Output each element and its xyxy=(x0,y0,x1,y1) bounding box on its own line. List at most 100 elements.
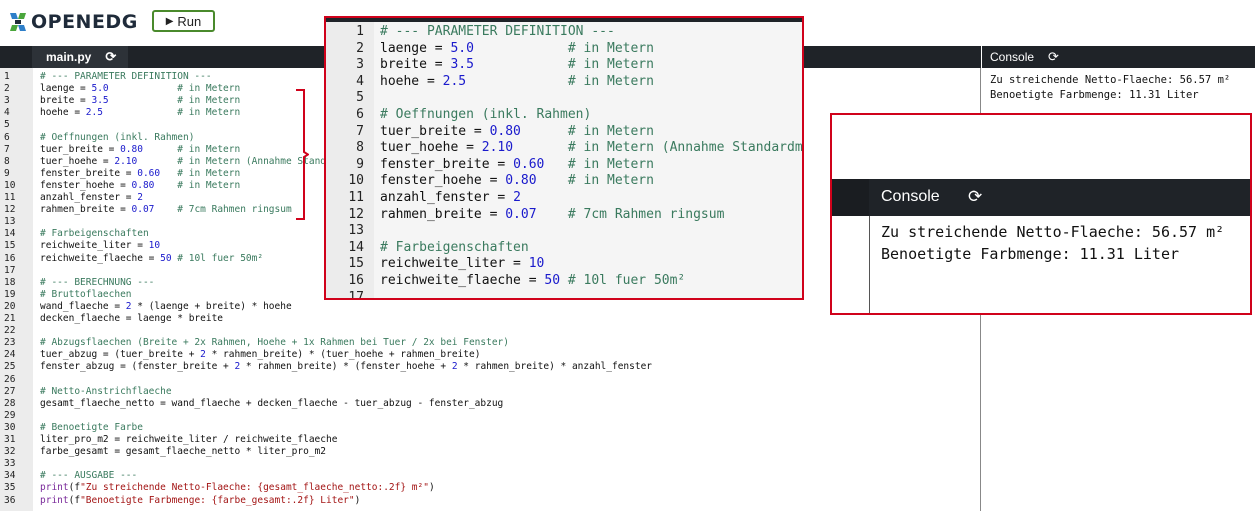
code-line[interactable]: 13 xyxy=(326,223,802,240)
code-line[interactable]: 6 # Oeffnungen (inkl. Rahmen) xyxy=(326,107,802,124)
code-line[interactable]: 16 reichweite_flaeche = 50 # 10l fuer 50m… xyxy=(326,273,802,290)
line-number: 6 xyxy=(4,131,10,143)
code-line[interactable]: 25 fenster_abzug = (fenster_breite + 2 * … xyxy=(0,361,975,373)
code-line[interactable]: 4 hoehe = 2.5 # in Metern xyxy=(326,73,802,91)
logo-mark-icon xyxy=(10,13,26,31)
line-number: 17 xyxy=(348,289,364,300)
line-number: 13 xyxy=(4,216,16,228)
code-text: farbe_gesamt = gesamt_flaeche_netto * li… xyxy=(40,446,326,458)
line-number: 9 xyxy=(356,156,364,172)
code-text: print(f"Benoetigte Farbmenge: {farbe_ges… xyxy=(40,494,361,506)
line-number: 18 xyxy=(4,276,16,288)
code-text: gesamt_flaeche_netto = wand_flaeche + de… xyxy=(40,397,504,409)
code-line[interactable]: 32 farbe_gesamt = gesamt_flaeche_netto * … xyxy=(0,446,975,458)
code-line[interactable]: 1 # --- PARAMETER DEFINITION --- xyxy=(326,24,802,41)
code-line[interactable]: 5 xyxy=(326,90,802,107)
code-line[interactable]: 30 # Benoetigte Farbe xyxy=(0,422,975,434)
line-number: 25 xyxy=(4,361,16,373)
code-line[interactable]: 22 xyxy=(0,325,975,337)
code-line[interactable]: 11 anzahl_fenster = 2 xyxy=(326,190,802,207)
logo-text: OPENEDG xyxy=(31,11,138,33)
code-text: reichweite_flaeche = 50 # 10l fuer 50m² xyxy=(40,252,264,264)
line-number: 22 xyxy=(4,325,16,337)
line-number: 4 xyxy=(356,73,364,89)
code-line[interactable]: 23 # Abzugsflaechen (Breite + 2x Rahmen, … xyxy=(0,337,975,349)
line-number: 8 xyxy=(4,155,10,167)
zoomed-code-callout: 1 # --- PARAMETER DEFINITION --- 2 laenge =… xyxy=(324,16,804,300)
code-text: rahmen_breite = 0.07 # 7cm Rahmen ringsu… xyxy=(40,204,292,216)
code-line[interactable]: 8 tuer_hoehe = 2.10 # in Metern (Annahme … xyxy=(326,140,804,157)
line-number: 14 xyxy=(4,228,16,240)
code-line[interactable]: 29 xyxy=(0,410,975,422)
console-line: Benoetigte Farbmenge: 11.31 Liter xyxy=(990,89,1199,101)
line-number: 7 xyxy=(356,123,364,139)
line-number: 14 xyxy=(348,239,364,255)
code-line[interactable]: 7 tuer_breite = 0.80 # in Metern xyxy=(326,123,802,141)
code-line[interactable]: 33 xyxy=(0,458,975,470)
code-line[interactable]: 20 wand_flaeche = 2 * (laenge + breite) *… xyxy=(0,301,975,313)
callout-top-strip xyxy=(326,18,802,22)
zoomed-header-spacer xyxy=(832,179,869,216)
zoomed-divider xyxy=(869,216,870,313)
run-button[interactable]: ▶ Run xyxy=(152,10,215,32)
line-number: 32 xyxy=(4,446,16,458)
code-text: fenster_hoehe = 0.80 # in Metern xyxy=(380,173,654,189)
code-text: tuer_hoehe = 2.10 # in Metern (Annahme S… xyxy=(380,140,804,156)
line-number: 7 xyxy=(4,143,10,155)
line-number: 36 xyxy=(4,494,16,506)
code-line[interactable]: 21 decken_flaeche = laenge * breite xyxy=(0,313,975,325)
line-number: 3 xyxy=(4,95,10,107)
refresh-icon[interactable]: ⟳ xyxy=(105,49,116,65)
zoomed-console-line: Zu streichende Netto-Flaeche: 56.57 m² xyxy=(881,223,1225,241)
line-number: 3 xyxy=(356,57,364,73)
line-number: 12 xyxy=(4,204,16,216)
code-text: # Netto-Anstrichflaeche xyxy=(40,385,172,397)
code-line[interactable]: 2 laenge = 5.0 # in Metern xyxy=(326,41,802,58)
logo: OPENEDG xyxy=(8,9,138,35)
code-line[interactable]: 15 reichweite_liter = 10 xyxy=(326,256,802,273)
code-text: fenster_breite = 0.60 # in Metern xyxy=(40,167,241,179)
bracket-annotation xyxy=(296,89,309,220)
code-line[interactable]: 17 xyxy=(326,289,802,300)
code-text: hoehe = 2.5 # in Metern xyxy=(380,73,654,89)
code-text: # Farbeigenschaften xyxy=(380,239,529,255)
tab-main-py[interactable]: main.py ⟳ xyxy=(32,46,128,68)
code-line[interactable]: 31 liter_pro_m2 = reichweite_liter / reic… xyxy=(0,434,975,446)
line-number: 19 xyxy=(4,288,16,300)
code-line[interactable]: 27 # Netto-Anstrichflaeche xyxy=(0,386,975,398)
line-number: 16 xyxy=(348,273,364,288)
code-text: anzahl_fenster = 2 xyxy=(40,192,143,203)
line-number: 24 xyxy=(4,349,16,361)
code-line[interactable]: 12 rahmen_breite = 0.07 # 7cm Rahmen ring… xyxy=(326,207,802,224)
line-number: 10 xyxy=(348,173,364,189)
code-line[interactable]: 35 print(f"Zu streichende Netto-Flaeche: … xyxy=(0,482,975,494)
code-line[interactable]: 26 xyxy=(0,374,975,386)
code-line[interactable]: 9 fenster_breite = 0.60 # in Metern xyxy=(326,156,802,174)
zoomed-console-title: Console xyxy=(881,188,940,205)
code-text: reichweite_liter = 10 xyxy=(40,240,161,252)
line-number: 13 xyxy=(348,223,364,239)
code-line[interactable]: 3 breite = 3.5 # in Metern xyxy=(326,57,802,74)
code-line[interactable]: 14 # Farbeigenschaften xyxy=(326,239,802,257)
code-line[interactable]: 28 gesamt_flaeche_netto = wand_flaeche + … xyxy=(0,398,975,410)
line-number: 16 xyxy=(4,252,16,264)
code-line[interactable]: 34 # --- AUSGABE --- xyxy=(0,470,975,482)
code-text: # Farbeigenschaften xyxy=(40,228,149,240)
code-text: reichweite_flaeche = 50 # 10l fuer 50m² xyxy=(380,273,686,288)
code-text: # Bruttoflaechen xyxy=(40,288,132,300)
console-title: Console xyxy=(990,50,1035,64)
code-line[interactable]: 24 tuer_abzug = (tuer_breite + 2 * rahmen… xyxy=(0,349,975,361)
refresh-icon[interactable]: ⟳ xyxy=(968,187,982,207)
code-text: fenster_abzug = (fenster_breite + 2 * ra… xyxy=(40,361,653,373)
run-button-label: Run xyxy=(177,13,202,29)
code-text: print(f"Zu streichende Netto-Flaeche: {g… xyxy=(40,482,435,494)
line-number: 15 xyxy=(4,240,16,252)
play-icon: ▶ xyxy=(165,15,174,27)
tab-label: main.py xyxy=(46,50,92,64)
line-number: 26 xyxy=(4,373,16,385)
code-line[interactable]: 10 fenster_hoehe = 0.80 # in Metern xyxy=(326,173,802,190)
code-line[interactable]: 36 print(f"Benoetigte Farbmenge: {farbe_g… xyxy=(0,495,975,507)
refresh-icon[interactable]: ⟳ xyxy=(1048,49,1059,65)
code-text: tuer_hoehe = 2.10 # in Metern (Annahme S… xyxy=(40,155,367,167)
zoomed-console-header: Console ⟳ xyxy=(832,179,1250,216)
